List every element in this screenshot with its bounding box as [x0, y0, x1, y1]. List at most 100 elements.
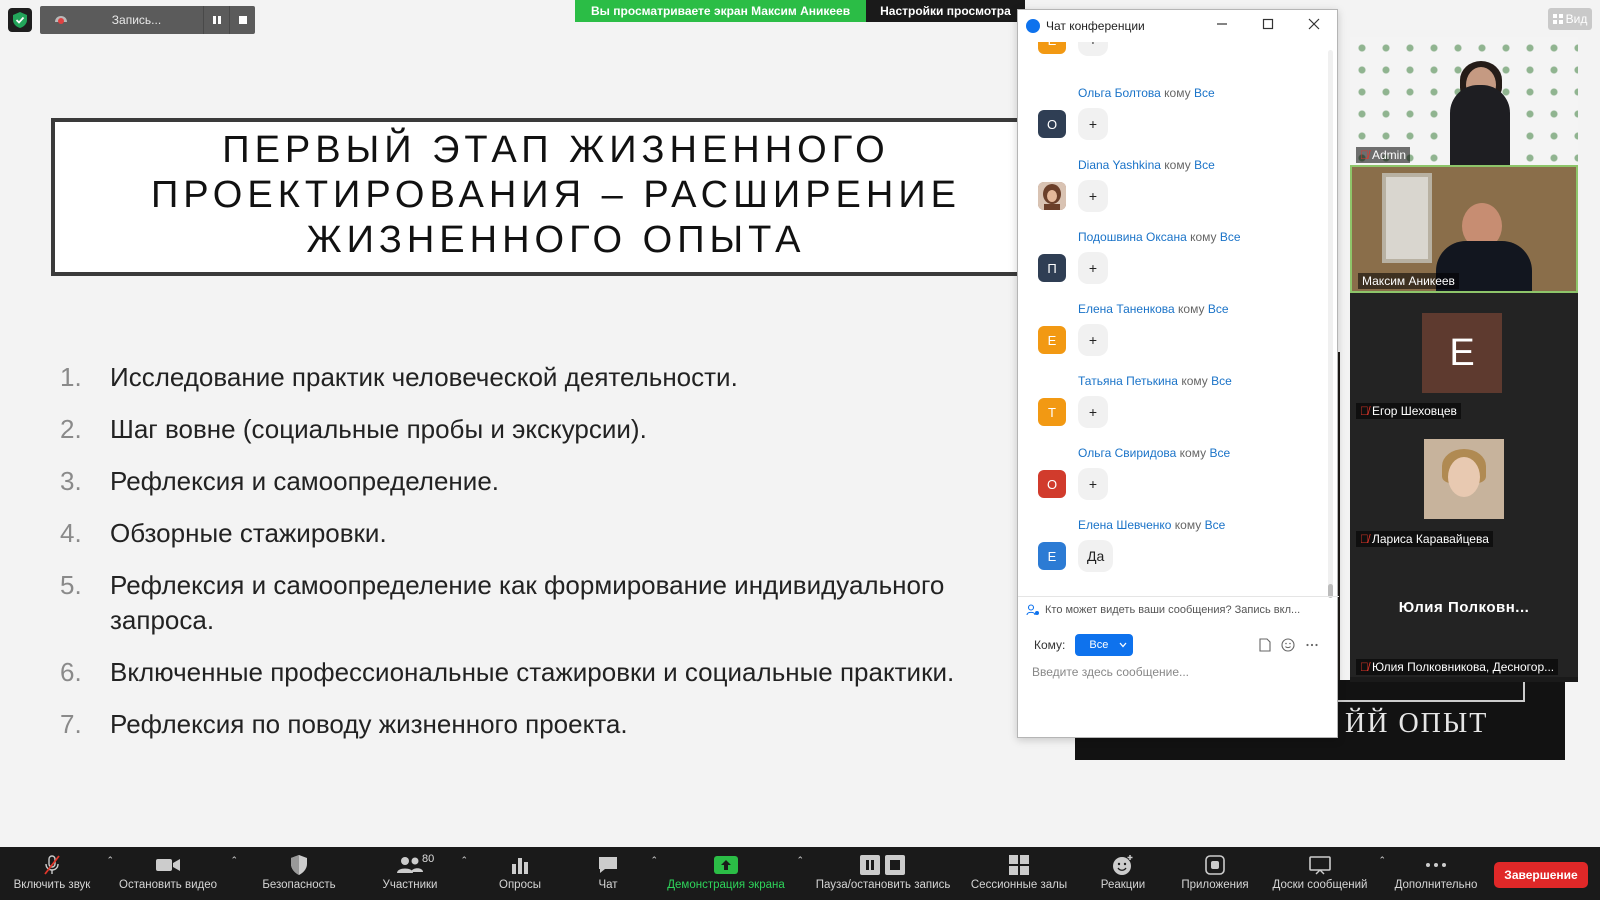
- caret-up-icon[interactable]: ⌃: [796, 855, 804, 866]
- whiteboards-button[interactable]: Доски сообщений ⌃: [1264, 847, 1386, 900]
- participants-icon: [396, 853, 424, 877]
- close-button[interactable]: [1291, 17, 1337, 35]
- participant-tile[interactable]: 🎙̸ Лариса Каравайцева: [1350, 421, 1578, 549]
- recipient-name: Все: [1193, 86, 1215, 100]
- sender-name[interactable]: Елена Таненкова: [1078, 302, 1175, 316]
- sender-name[interactable]: Елена Шевченко: [1078, 518, 1171, 532]
- share-screen-button[interactable]: Демонстрация экрана ⌃: [658, 847, 804, 900]
- list-number: 6.: [60, 657, 82, 687]
- recipient-select[interactable]: Все: [1075, 634, 1134, 656]
- grid-view-icon: [1552, 14, 1563, 24]
- tool-label: Доски сообщений: [1272, 879, 1368, 891]
- slide-list-item: 4. Обзорные стажировки.: [60, 516, 1020, 551]
- mic-muted-icon: 🎙̸: [1360, 660, 1369, 674]
- stop-video-button[interactable]: Остановить видео ⌃: [108, 847, 238, 900]
- caret-up-icon[interactable]: ⌃: [1378, 855, 1386, 866]
- maximize-icon: [1262, 18, 1274, 30]
- sender-name[interactable]: Ольга Свиридова: [1078, 446, 1176, 460]
- slide-title: Первый этап жизненного проектирования – …: [150, 129, 962, 261]
- participant-tile[interactable]: 🎙̸ Admin: [1350, 37, 1578, 165]
- view-button-label: Вид: [1565, 12, 1588, 26]
- person-icon: [1026, 604, 1039, 616]
- pause-icon: [212, 16, 221, 24]
- caret-up-icon[interactable]: ⌃: [460, 855, 468, 866]
- participants-button[interactable]: 80 Участники ⌃: [362, 847, 468, 900]
- avatar: Т: [1038, 398, 1066, 426]
- minimize-button[interactable]: [1199, 17, 1245, 35]
- end-meeting-button[interactable]: Завершение: [1494, 862, 1588, 888]
- chat-button[interactable]: Чат ⌃: [568, 847, 658, 900]
- reactions-icon: [1112, 853, 1134, 877]
- participant-tile[interactable]: Юлия Полковн... 🎙̸ Юлия Полковникова, Дес…: [1350, 549, 1578, 677]
- apps-button[interactable]: Приложения: [1172, 847, 1258, 900]
- view-settings-menu[interactable]: Настройки просмотра: [866, 0, 1025, 22]
- list-text: Шаг вовне (социальные пробы и экскурсии)…: [110, 414, 647, 444]
- participant-name-tag: Максим Аникеев: [1358, 273, 1459, 289]
- message-meta: Татьяна Петькина кому Все: [1078, 374, 1232, 388]
- participant-name: Максим Аникеев: [1362, 274, 1455, 288]
- zoom-logo-icon: [1026, 19, 1040, 33]
- sender-name[interactable]: Татьяна Петькина: [1078, 374, 1178, 388]
- message-bubble: +: [1078, 468, 1108, 500]
- whiteboard-icon: [1308, 853, 1332, 877]
- privacy-text: Кто может видеть ваши сообщения? Запись …: [1045, 604, 1301, 616]
- pause-stop-recording-button[interactable]: Пауза/остановить запись: [808, 847, 958, 900]
- more-options-button[interactable]: [1305, 638, 1319, 655]
- privacy-notice[interactable]: Кто может видеть ваши сообщения? Запись …: [1026, 604, 1331, 616]
- more-button[interactable]: Дополнительно: [1386, 847, 1486, 900]
- share-screen-icon: [713, 853, 739, 877]
- tool-label: Дополнительно: [1394, 879, 1478, 891]
- message-meta: Ольга Свиридова кому Все: [1078, 446, 1230, 460]
- list-text: Рефлексия по поводу жизненного проекта.: [110, 709, 628, 739]
- stop-icon: [238, 16, 247, 24]
- video-person-body: [1450, 85, 1510, 165]
- sender-name[interactable]: Подошвина Оксана: [1078, 230, 1187, 244]
- unmute-button[interactable]: Включить звук ⌃: [0, 847, 114, 900]
- to-word: кому: [1179, 446, 1207, 460]
- pause-recording-button[interactable]: [203, 6, 229, 34]
- participant-name-tag: 🎙̸ Юлия Полковникова, Десногор...: [1356, 659, 1559, 675]
- message-bubble: +: [1078, 42, 1108, 56]
- chat-scrollbar[interactable]: [1328, 50, 1333, 598]
- list-number: 5.: [60, 570, 82, 600]
- view-button[interactable]: Вид: [1548, 8, 1592, 30]
- slide-list: 1. Исследование практик человеческой деят…: [60, 360, 1020, 759]
- chat-titlebar[interactable]: Чат конференции: [1018, 10, 1337, 42]
- maximize-button[interactable]: [1245, 17, 1291, 35]
- chat-window[interactable]: Чат конференции Е + Ольга Болтова кому В…: [1017, 9, 1339, 738]
- reactions-button[interactable]: Реакции: [1082, 847, 1164, 900]
- chat-message-list[interactable]: Е + Ольга Болтова кому Все О + Diana Yas…: [1018, 42, 1339, 600]
- list-number: 4.: [60, 518, 82, 548]
- file-button[interactable]: [1259, 638, 1271, 655]
- caret-up-icon[interactable]: ⌃: [230, 855, 238, 866]
- participant-tile[interactable]: E 🎙̸ Егор Шеховцев: [1350, 293, 1578, 421]
- message-bubble: Да: [1078, 540, 1114, 572]
- polls-button[interactable]: Опросы: [480, 847, 560, 900]
- stop-recording-button[interactable]: [229, 6, 255, 34]
- participant-name-tag: 🎙̸ Admin: [1356, 147, 1411, 163]
- breakout-rooms-button[interactable]: Сессионные залы: [964, 847, 1074, 900]
- participant-tile-active-speaker[interactable]: Максим Аникеев: [1350, 165, 1578, 293]
- avatar: Е: [1038, 542, 1066, 570]
- apps-icon: [1204, 853, 1226, 877]
- list-text: Рефлексия и самоопределение как формиров…: [110, 570, 945, 635]
- sender-name[interactable]: Diana Yashkina: [1078, 158, 1161, 172]
- chat-message: Татьяна Петькина кому Все Т +: [1038, 374, 1318, 444]
- sender-name[interactable]: Ольга Болтова: [1078, 86, 1161, 100]
- caret-up-icon[interactable]: ⌃: [650, 855, 658, 866]
- viewing-banner: Вы просматриваете экран Максим Аникеев Н…: [575, 0, 1025, 22]
- security-button[interactable]: Безопасность: [240, 847, 358, 900]
- mic-muted-icon: 🎙̸: [1360, 148, 1369, 162]
- meeting-toolbar: Включить звук ⌃ Остановить видео ⌃ Безоп…: [0, 847, 1600, 900]
- recording-bar: Запись...: [40, 6, 255, 34]
- emoji-button[interactable]: [1281, 638, 1295, 655]
- chat-window-title: Чат конференции: [1046, 19, 1145, 33]
- tool-label: Остановить видео: [119, 879, 217, 891]
- more-icon: [1424, 853, 1448, 877]
- security-shield-icon[interactable]: [8, 8, 32, 32]
- slide-list-item: 6. Включенные профессиональные стажировки…: [60, 655, 1020, 690]
- tool-label: Приложения: [1181, 879, 1249, 891]
- tool-label: Демонстрация экрана: [667, 879, 785, 891]
- chat-message-input[interactable]: [1032, 665, 1322, 679]
- to-word: кому: [1181, 374, 1208, 388]
